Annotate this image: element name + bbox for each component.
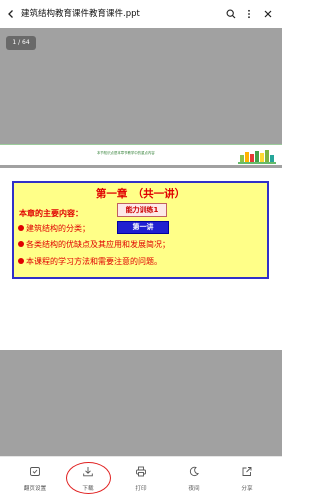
document-title: 建筑结构教育课件教育课件.ppt — [21, 9, 140, 19]
content-heading: 本章的主要内容： — [19, 209, 83, 218]
chapter-title: 第一章 （共一讲） — [95, 188, 186, 200]
close-icon[interactable] — [257, 0, 279, 28]
night-mode-button[interactable]: 夜间 — [169, 457, 219, 500]
bullet-item: 建筑结构的分类； — [18, 223, 90, 234]
first-lecture-button[interactable]: 第一讲 — [117, 221, 169, 234]
share-button[interactable]: 分享 — [222, 457, 272, 500]
share-icon — [242, 467, 252, 476]
bullet-dot-icon — [18, 241, 24, 247]
bullet-dot-icon — [18, 258, 24, 264]
download-button[interactable]: 下载 — [63, 457, 113, 500]
top-bar: 建筑结构教育课件教育课件.ppt — [0, 0, 282, 28]
back-arrow-icon[interactable] — [0, 0, 22, 28]
print-icon — [136, 466, 146, 477]
page-indicator: 1 / 64 — [6, 36, 36, 50]
page-settings-button[interactable]: 翻页设置 — [10, 457, 60, 500]
page-settings-label: 翻页设置 — [23, 486, 47, 492]
bullet-item: 各类结构的优缺点及其应用和发展简况； — [18, 239, 170, 250]
download-icon — [83, 467, 93, 477]
ability-training-button[interactable]: 能力训练1 — [117, 203, 167, 217]
previous-slide-footer: 本节知识点是本章节教学中的重点内容 — [0, 144, 282, 165]
share-label: 分享 — [241, 486, 253, 492]
night-mode-icon — [189, 466, 199, 477]
current-slide: 第一章 （共一讲） 本章的主要内容： 建筑结构的分类； 各类结构的优缺点及其应用… — [0, 168, 282, 350]
bottom-toolbar: 翻页设置 下载 打印 夜间 分享 — [0, 456, 282, 500]
night-mode-label: 夜间 — [188, 486, 200, 492]
bullet-dot-icon — [18, 225, 24, 231]
document-viewer[interactable]: 1 / 64 本节知识点是本章节教学中的重点内容 第一章 （共一讲） 本章的主要… — [0, 28, 282, 456]
previous-slide-footer-text: 本节知识点是本章节教学中的重点内容 — [97, 151, 155, 155]
print-button[interactable]: 打印 — [116, 457, 166, 500]
bullet-item: 本课程的学习方法和需要注意的问题。 — [18, 256, 162, 267]
download-label: 下载 — [82, 486, 94, 492]
print-label: 打印 — [135, 486, 147, 492]
slide-logo-icon — [238, 150, 276, 164]
page-settings-icon — [30, 467, 40, 476]
